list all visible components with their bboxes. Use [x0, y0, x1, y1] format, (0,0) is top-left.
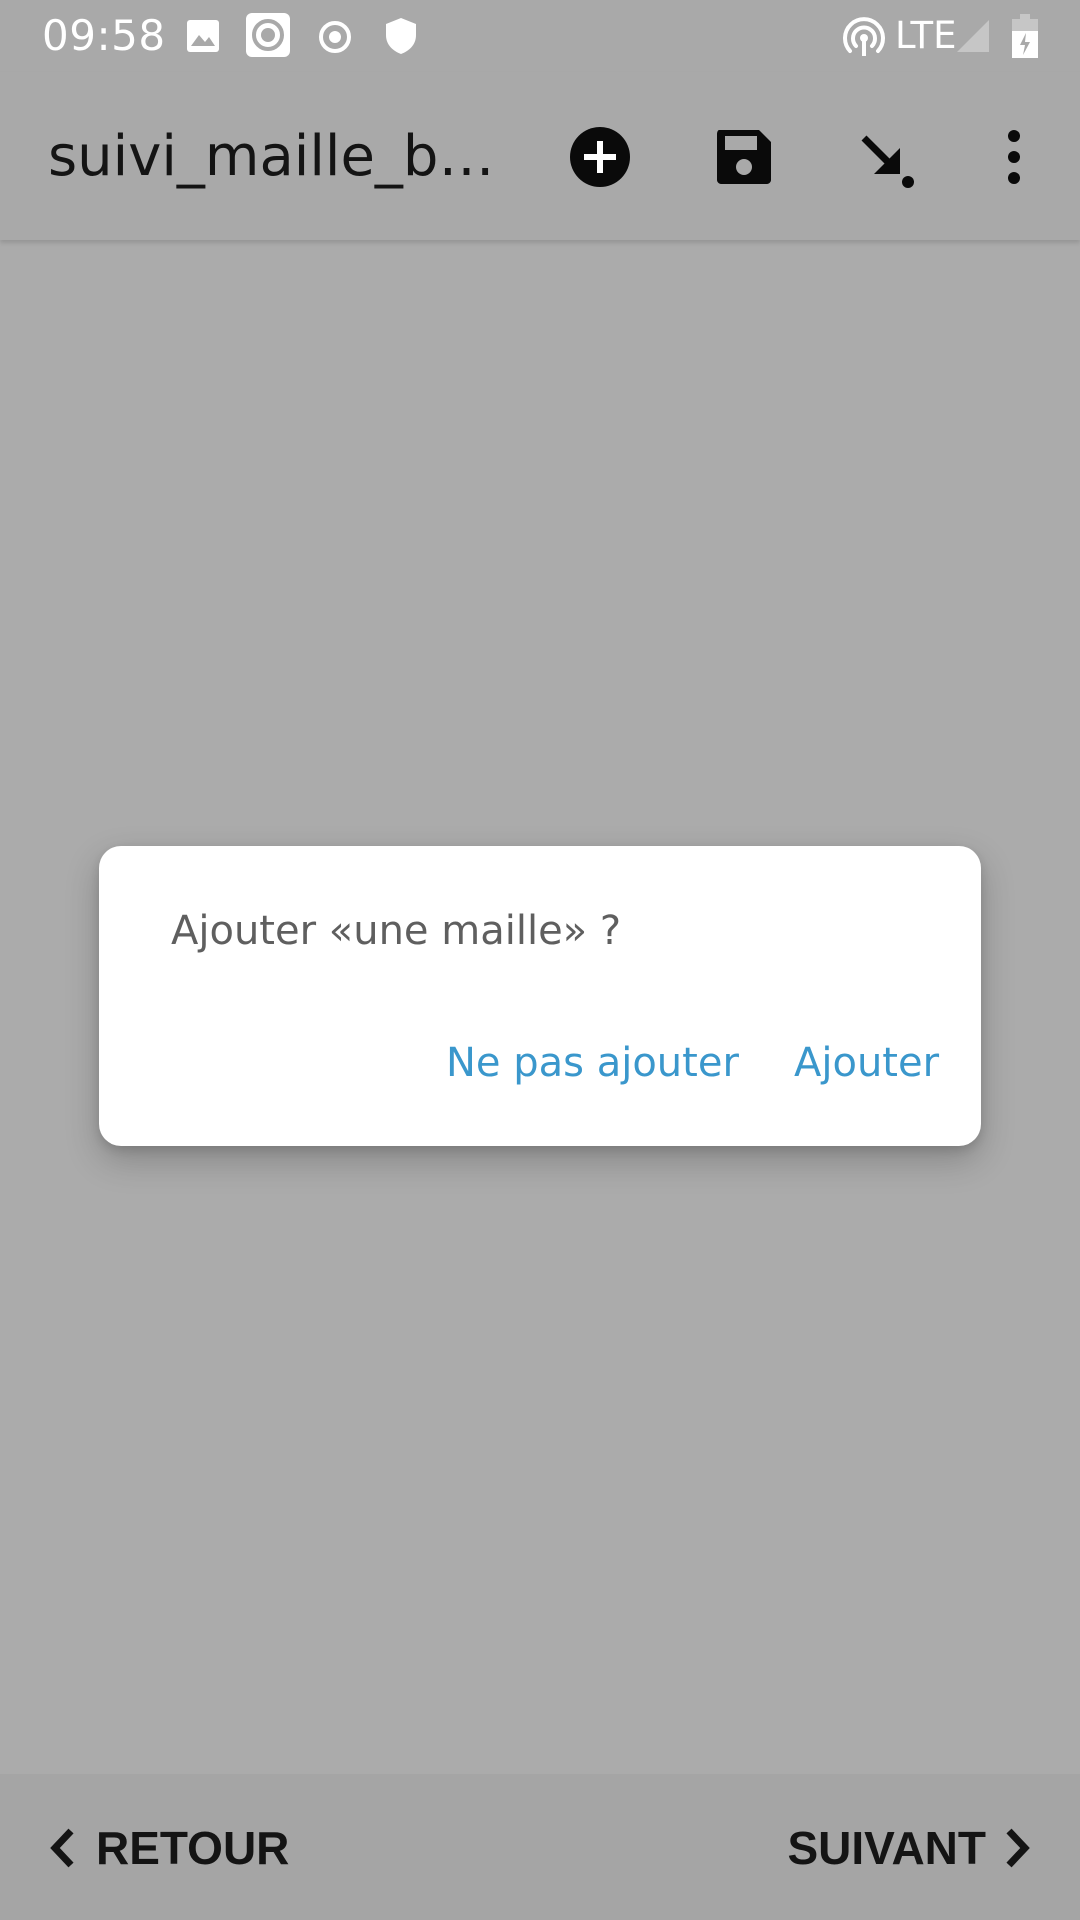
add-button[interactable]: Ajouter [794, 1038, 939, 1088]
page-title: suivi_maille_b… [48, 124, 495, 189]
status-bar: 09:58 LTE [0, 0, 1080, 72]
shield-icon [386, 18, 416, 54]
record-icon [246, 13, 290, 57]
download-arrow-icon[interactable] [858, 128, 920, 190]
next-button[interactable]: SUIVANT [788, 1818, 1033, 1878]
target-icon [319, 21, 351, 53]
signal-icon [957, 20, 989, 52]
status-time: 09:58 [42, 11, 166, 60]
add-circle-icon[interactable] [569, 126, 631, 188]
more-vert-icon[interactable] [1000, 128, 1028, 186]
next-label: SUIVANT [787, 1822, 987, 1874]
dont-add-button[interactable]: Ne pas ajouter [446, 1038, 739, 1088]
chevron-right-icon [1006, 1828, 1030, 1868]
bottom-nav-bar: RETOUR SUIVANT [0, 1774, 1080, 1920]
hotspot-icon [843, 17, 885, 56]
network-type-label: LTE [895, 14, 957, 57]
back-button[interactable]: RETOUR [48, 1818, 289, 1878]
confirm-dialog: Ajouter «une maille» ? Ne pas ajouter Aj… [99, 846, 981, 1146]
app-bar: suivi_maille_b… [0, 72, 1080, 240]
chevron-left-icon [50, 1828, 74, 1868]
save-icon[interactable] [715, 128, 773, 186]
back-label: RETOUR [96, 1822, 290, 1874]
dialog-message: Ajouter «une maille» ? [171, 908, 622, 954]
battery-charging-icon [1012, 14, 1038, 58]
image-icon [187, 20, 219, 52]
